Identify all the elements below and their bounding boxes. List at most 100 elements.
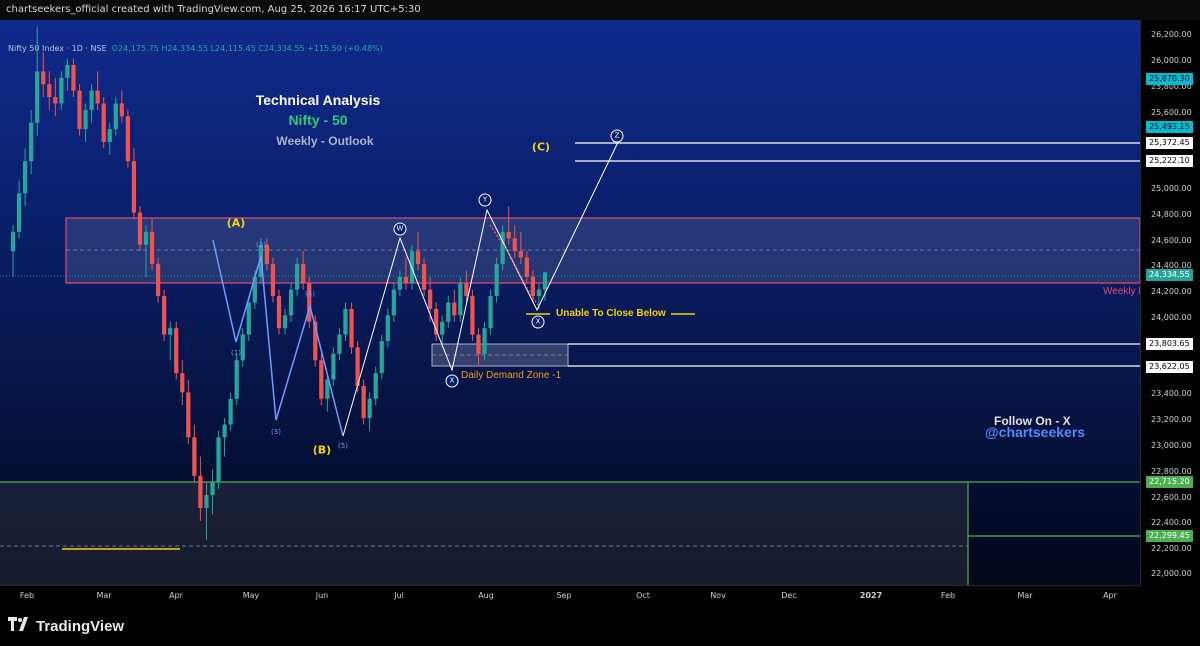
wave-1-label: (1) [231, 349, 241, 357]
candle-body [415, 251, 421, 264]
candle-body [47, 84, 52, 98]
candle-body [71, 64, 76, 91]
price-tick: 24,200.00 [1151, 287, 1192, 296]
candle-body [180, 373, 185, 393]
time-tick: Oct [636, 591, 650, 600]
candle-body [530, 276, 536, 297]
wave-A-label: (A) [226, 216, 246, 230]
candle-body [282, 315, 288, 329]
price-tick: 26,000.00 [1151, 56, 1192, 65]
candle-body [137, 212, 143, 245]
price-tag-white: 25,372.45 [1146, 137, 1193, 149]
time-tick: May [242, 591, 260, 600]
candle-body [295, 263, 300, 290]
candle-body [428, 289, 433, 309]
price-scale[interactable]: 26,200.00 26,000.00 25,800.00 25,600.00 … [1140, 20, 1200, 585]
candle-body [95, 90, 100, 104]
chart-outlook: Weekly - Outlook [276, 134, 374, 148]
time-tick: Apr [169, 591, 183, 600]
candle-body [22, 161, 28, 194]
price-tick: 23,400.00 [1151, 389, 1192, 398]
candle-body [367, 398, 372, 419]
candle-body [343, 308, 348, 335]
candle-body [379, 341, 384, 374]
time-tick: Feb [19, 591, 35, 600]
wave-Y-label: Y [478, 193, 492, 207]
candle-body [16, 193, 22, 232]
candle-body [89, 90, 94, 110]
candle-body [240, 334, 245, 361]
chart-title: Technical Analysis [255, 92, 381, 108]
candle-body [59, 77, 64, 104]
candle-body [204, 495, 209, 508]
candle-body [440, 321, 445, 335]
candle-body [391, 289, 396, 316]
candle-body [222, 424, 227, 438]
candle-body [494, 263, 499, 297]
tradingview-logo-icon [8, 617, 30, 635]
price-tag-cyan: 25,870.30 [1146, 73, 1193, 85]
white-wxyxz-path [342, 137, 621, 437]
time-tick: Mar [1017, 591, 1033, 600]
candle-body [113, 103, 118, 130]
attribution-bar: chartseekers_official created with Tradi… [0, 0, 1200, 20]
wave-C-label: (C) [531, 140, 551, 154]
price-tick: 22,600.00 [1151, 493, 1192, 502]
candle-body [174, 328, 179, 374]
price-tick: 24,000.00 [1151, 313, 1192, 322]
price-tick: 22,800.00 [1151, 467, 1192, 476]
candle-body [131, 161, 137, 213]
time-tick: Apr [1103, 591, 1117, 600]
candle-body [536, 289, 542, 297]
candle-body [65, 64, 70, 78]
candle-body [216, 437, 221, 483]
price-tick: 23,000.00 [1151, 441, 1192, 450]
candle-body [337, 334, 342, 354]
time-tick: 2027 [859, 591, 883, 600]
candle-body [41, 71, 46, 85]
candle-body [319, 360, 324, 399]
tradingview-brand[interactable]: TradingView [8, 617, 124, 635]
candle-body [421, 263, 427, 290]
candle-body [458, 283, 463, 316]
wave-4-label: (4) [305, 290, 315, 298]
price-tick: 22,200.00 [1151, 544, 1192, 553]
candle-body [500, 231, 505, 264]
price-tag-green: 22,715.20 [1146, 476, 1193, 488]
candle-body [198, 475, 203, 508]
wave-X2-label: X [531, 315, 545, 329]
candle-body [276, 296, 282, 329]
candle-body [162, 296, 167, 335]
time-tick: Sep [556, 591, 572, 600]
candle-body [155, 263, 161, 297]
candle-body [482, 328, 487, 354]
candle-body [373, 373, 378, 399]
candle-body [464, 283, 469, 297]
candle-body [77, 90, 82, 130]
candle-body [119, 103, 124, 117]
candle-body [488, 296, 493, 329]
time-axis[interactable]: Feb Mar Apr May Jun Jul Aug Sep Oct Nov … [0, 585, 1140, 606]
price-tick: 25,600.00 [1151, 108, 1192, 117]
candle-body [53, 97, 58, 104]
chart-area[interactable]: Nifty 50 Index · 1D · NSE O24,175.75 H24… [0, 20, 1140, 585]
price-tag-cyan: 25,493.15 [1146, 121, 1193, 133]
candle-body [101, 103, 106, 142]
candle-body [512, 238, 517, 252]
price-tick: 22,000.00 [1151, 569, 1192, 578]
candle-body [301, 263, 306, 284]
candle-body [397, 276, 403, 290]
time-tick: Aug [478, 591, 494, 600]
candle-body [288, 289, 294, 316]
candle-body [349, 308, 354, 348]
candle-body [143, 231, 149, 245]
candle-body [518, 251, 523, 258]
candle-body [506, 231, 511, 239]
price-tag-white: 23,622.05 [1146, 361, 1193, 373]
candle-body [331, 353, 336, 380]
candle-body [83, 109, 88, 130]
wave-X1-label: X [445, 374, 459, 388]
wave-B-label: (B) [312, 443, 332, 457]
demand-zone-label: Daily Demand Zone -1 [461, 370, 562, 381]
candle-body [385, 315, 390, 342]
